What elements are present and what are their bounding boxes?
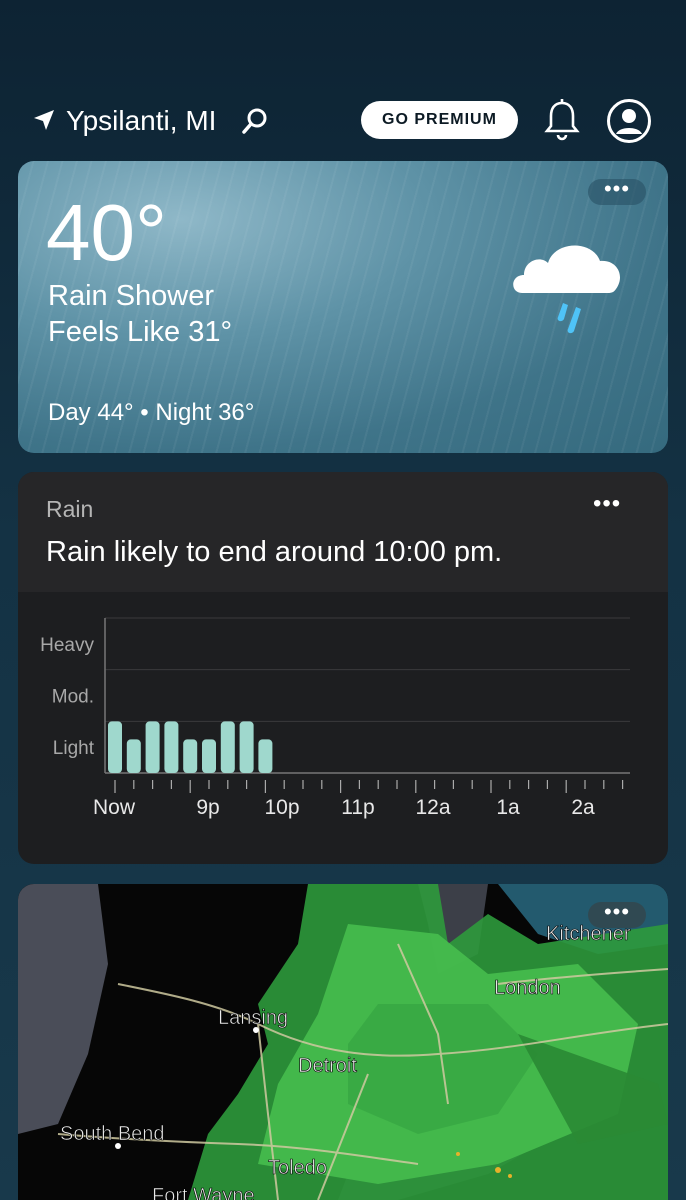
chart-x-tick-label: 9p	[196, 796, 219, 819]
map-city-dot	[253, 1027, 259, 1033]
current-conditions-card[interactable]: 40° Rain Shower Feels Like 31° Day 44° •…	[18, 161, 668, 453]
location-name[interactable]: Ypsilanti, MI	[66, 104, 216, 138]
map-label-fort-wayne: Fort Wayne	[152, 1185, 255, 1200]
rain-bar	[258, 739, 273, 773]
map-label-toledo: Toledo	[268, 1157, 327, 1179]
rain-more-button[interactable]: •••	[593, 490, 621, 518]
rain-bar	[183, 739, 198, 773]
chart-level-label: Light	[53, 738, 95, 759]
profile-icon[interactable]	[606, 98, 652, 144]
location-arrow-icon[interactable]	[32, 108, 56, 132]
rain-summary: Rain likely to end around 10:00 pm.	[46, 536, 503, 568]
map-label-detroit: Detroit	[298, 1055, 357, 1077]
chart-level-label: Mod.	[52, 687, 94, 708]
chart-x-tick-label: 12a	[415, 796, 450, 819]
feels-like-text: Feels Like 31°	[48, 316, 233, 348]
chart-level-label: Heavy	[40, 635, 94, 656]
chart-x-tick-label: Now	[93, 796, 136, 819]
current-temperature: 40°	[46, 188, 167, 277]
rain-bar	[202, 739, 216, 773]
rain-bar	[126, 739, 141, 773]
go-premium-button[interactable]: GO PREMIUM	[361, 101, 518, 139]
search-icon[interactable]	[240, 106, 270, 136]
map-more-options-button[interactable]: •••	[588, 901, 646, 928]
rain-card-header	[18, 472, 668, 592]
map-city-dot	[115, 1143, 121, 1149]
rain-cloud-icon	[513, 245, 621, 334]
map-label-south-bend: South Bend	[60, 1123, 165, 1145]
rain-bar	[145, 721, 160, 773]
rain-card[interactable]: Rain Rain likely to end around 10:00 pm.…	[18, 472, 668, 864]
chart-x-tick-label: 2a	[571, 796, 595, 819]
chart-x-tick-label: 11p	[341, 796, 374, 819]
map-label-london: London	[494, 977, 561, 999]
rain-bar	[220, 721, 235, 773]
day-night-temps: Day 44° • Night 36°	[48, 399, 255, 426]
condition-text: Rain Shower	[48, 280, 215, 312]
rain-chart: Heavy Mod. Light Now 9p 10p 11p 12a 1a 2a	[40, 617, 630, 819]
radar-map-card[interactable]: Kitchener London Lansing Detroit South B…	[18, 884, 668, 1200]
bell-icon[interactable]	[542, 98, 582, 142]
rain-card-title: Rain	[46, 496, 94, 522]
top-bar: Ypsilanti, MI GO PREMIUM	[0, 98, 686, 146]
radar-map[interactable]: Kitchener London Lansing Detroit South B…	[18, 884, 668, 1200]
more-options-button[interactable]: •••	[588, 178, 646, 205]
map-label-lansing: Lansing	[218, 1007, 288, 1029]
rain-bar	[164, 721, 179, 773]
chart-x-tick-label: 10p	[264, 796, 299, 819]
rain-bar	[239, 721, 254, 773]
chart-x-tick-label: 1a	[496, 796, 520, 819]
rain-bar	[108, 721, 122, 773]
